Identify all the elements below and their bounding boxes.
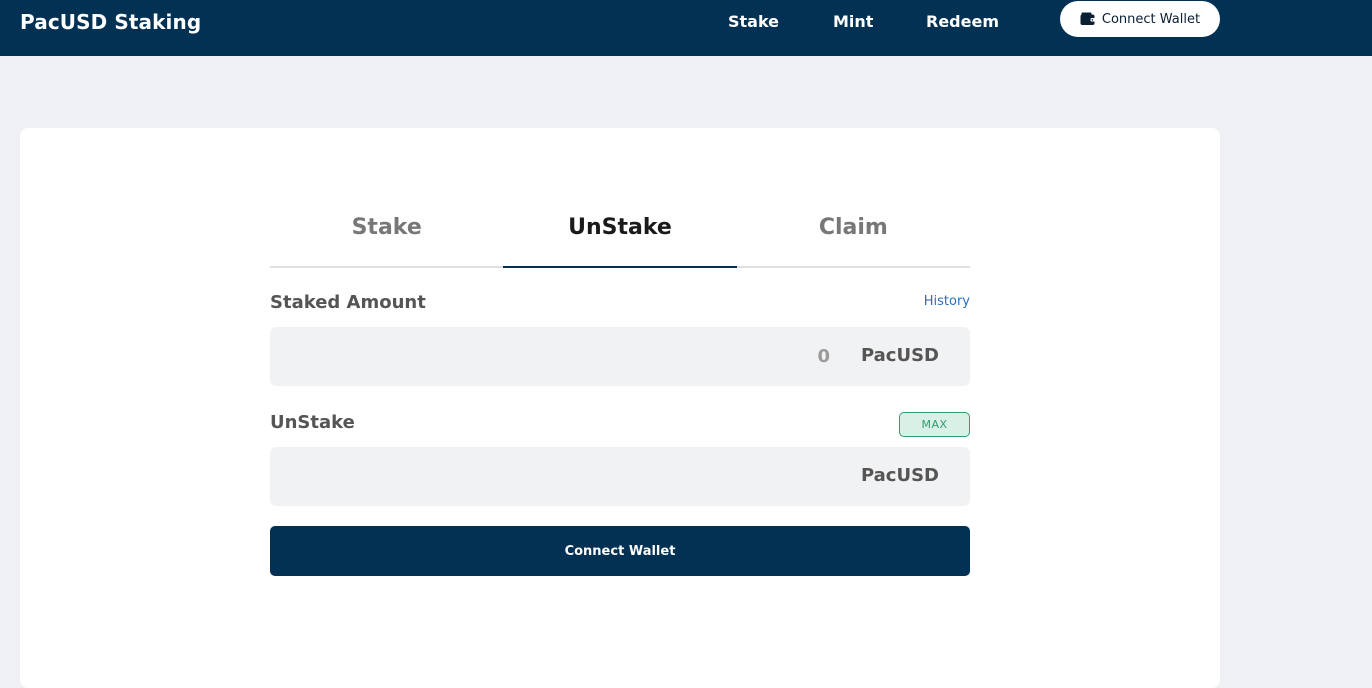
staked-amount-field: 0 PacUSD xyxy=(270,327,970,386)
unstake-field: PacUSD xyxy=(270,447,970,506)
nav-mint[interactable]: Mint xyxy=(833,12,873,31)
staked-amount-unit: PacUSD xyxy=(860,345,939,366)
tab-claim[interactable]: Claim xyxy=(737,212,970,266)
staking-card: Stake UnStake Claim Staked Amount Histor… xyxy=(20,128,1220,688)
unstake-unit: PacUSD xyxy=(860,465,939,486)
connect-wallet-button[interactable]: Connect Wallet xyxy=(270,526,970,576)
wallet-icon xyxy=(1080,12,1096,26)
unstake-label: UnStake xyxy=(270,412,355,433)
header-connect-wallet-label: Connect Wallet xyxy=(1101,11,1201,27)
tab-unstake[interactable]: UnStake xyxy=(503,212,737,268)
max-button[interactable]: MAX xyxy=(899,412,970,437)
staked-amount-label: Staked Amount xyxy=(270,292,426,313)
nav-redeem[interactable]: Redeem xyxy=(926,12,999,31)
staked-amount-value: 0 xyxy=(817,346,830,367)
staking-tabs: Stake UnStake Claim xyxy=(270,212,970,268)
unstake-amount-input[interactable] xyxy=(286,457,810,497)
app-title: PacUSD Staking xyxy=(20,10,202,34)
header-connect-wallet-button[interactable]: Connect Wallet xyxy=(1060,1,1220,37)
top-navigation-bar: PacUSD Staking Stake Mint Redeem Connect… xyxy=(0,0,1372,56)
nav-stake[interactable]: Stake xyxy=(728,12,779,31)
tab-stake[interactable]: Stake xyxy=(270,212,503,266)
history-link[interactable]: History xyxy=(924,294,970,309)
